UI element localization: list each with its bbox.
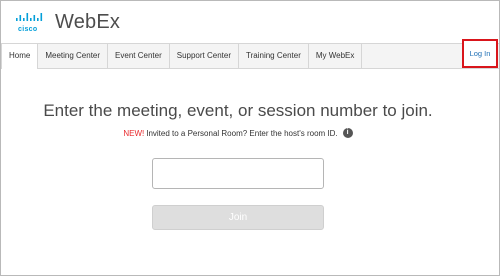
- login-link[interactable]: Log In: [462, 39, 498, 68]
- new-tag: NEW!: [123, 128, 145, 138]
- tab-my-webex[interactable]: My WebEx: [309, 44, 363, 68]
- cisco-logo-icon: cisco: [15, 12, 49, 34]
- webex-logo[interactable]: cisco WebEx: [15, 11, 120, 34]
- join-button[interactable]: Join: [152, 205, 324, 230]
- webex-window: cisco WebEx Home Meeting Center Event Ce…: [0, 0, 500, 276]
- meeting-number-input[interactable]: [152, 158, 324, 189]
- tab-support-center[interactable]: Support Center: [170, 44, 240, 68]
- info-icon[interactable]: i: [342, 128, 353, 138]
- personal-room-hint: NEW! Invited to a Personal Room? Enter t…: [1, 128, 475, 138]
- personal-room-text: Invited to a Personal Room? Enter the ho…: [146, 128, 338, 138]
- header: cisco WebEx: [1, 1, 499, 43]
- brand-title: WebEx: [55, 11, 121, 33]
- cisco-wordmark: cisco: [18, 25, 38, 33]
- tab-training-center[interactable]: Training Center: [239, 44, 309, 68]
- tab-event-center[interactable]: Event Center: [108, 44, 170, 68]
- nav-tabs: Home Meeting Center Event Center Support…: [1, 43, 499, 69]
- tab-meeting-center[interactable]: Meeting Center: [38, 44, 109, 68]
- tab-home[interactable]: Home: [1, 44, 39, 69]
- page-heading: Enter the meeting, event, or session num…: [43, 101, 433, 120]
